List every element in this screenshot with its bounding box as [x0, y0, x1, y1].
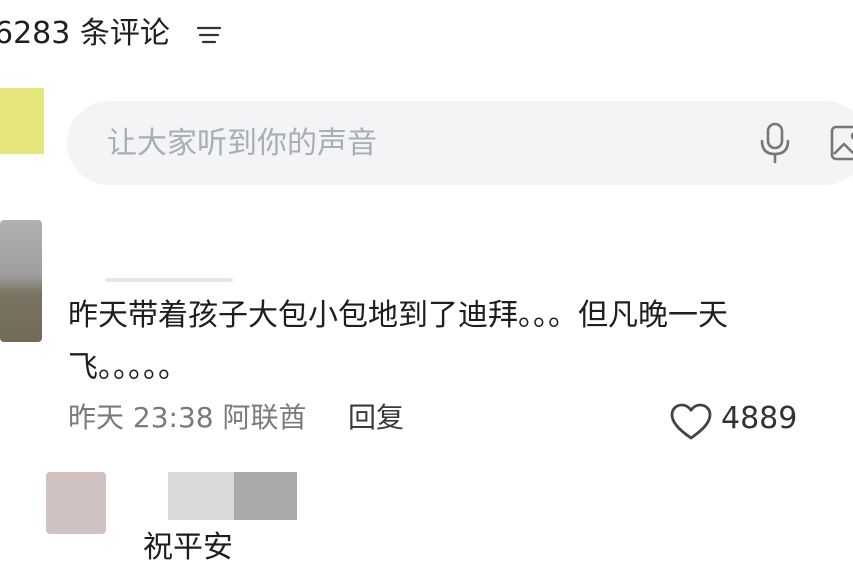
username[interactable]	[105, 278, 233, 282]
my-avatar	[0, 88, 44, 154]
reply-avatar[interactable]	[46, 472, 106, 534]
heart-outline-icon[interactable]	[669, 402, 713, 442]
like-count: 4889	[721, 401, 798, 436]
reply-text: 祝平安	[143, 530, 233, 565]
comment-text: 昨天带着孩子大包小包地到了迪拜。。。但凡晚一天飞。。。。。	[68, 298, 728, 385]
filter-lines-icon[interactable]	[196, 24, 222, 46]
image-icon[interactable]	[829, 124, 853, 162]
avatar[interactable]	[0, 220, 42, 342]
reply-username[interactable]	[168, 472, 234, 520]
comment-input-placeholder[interactable]: 让大家听到你的声音	[107, 124, 377, 164]
comment-count: 6283 条评论	[0, 16, 170, 51]
comment-meta: 昨天 23:38 阿联酋	[68, 401, 307, 434]
reply-username-block[interactable]	[234, 472, 297, 520]
reply-button[interactable]: 回复	[348, 398, 404, 438]
microphone-icon[interactable]	[755, 121, 795, 165]
